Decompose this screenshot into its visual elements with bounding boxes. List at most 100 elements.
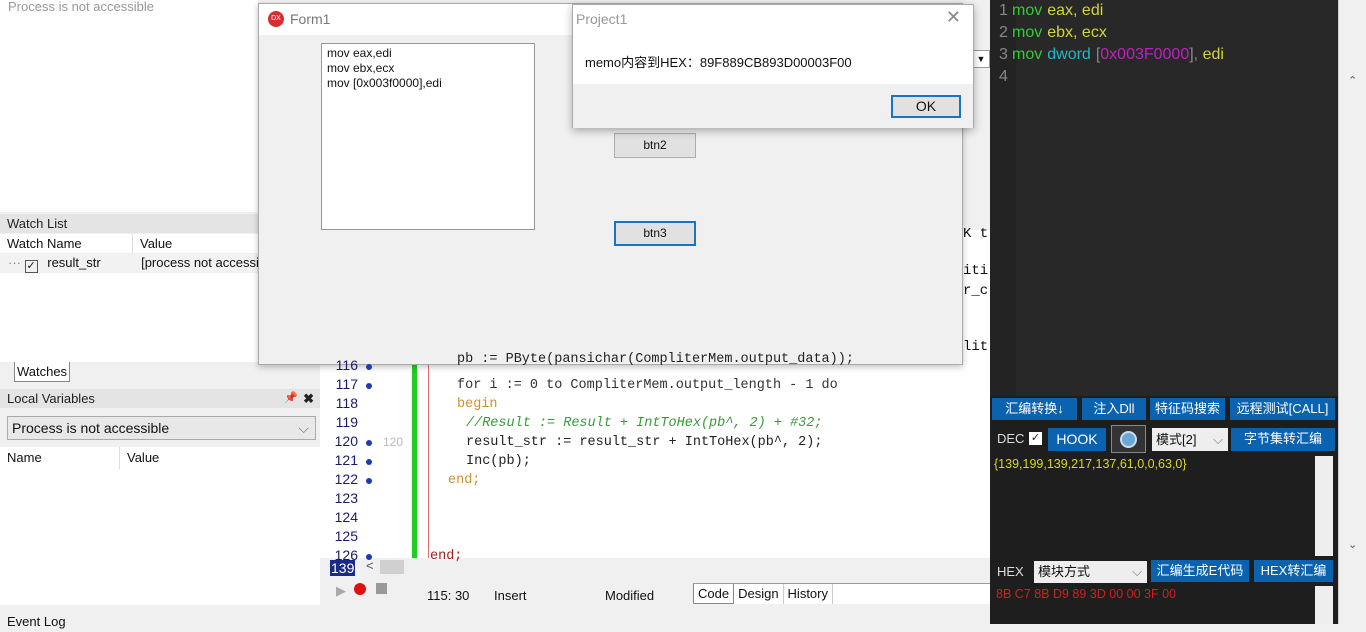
byteset-to-asm-button[interactable]: 字节集转汇编 [1231, 428, 1335, 451]
breakpoint-dot[interactable] [366, 554, 372, 560]
close-icon[interactable]: ✕ [946, 7, 961, 28]
right-margin-line [428, 360, 429, 558]
local-variables-combo[interactable]: Process is not accessible ⌵ [7, 416, 316, 440]
asm-line: 3 mov dword [0x003F0000], edi [990, 44, 1224, 66]
dec-output[interactable]: {139,199,139,217,137,61,0,0,63,0} [994, 457, 1318, 471]
line-number: 118 [335, 395, 358, 411]
code-line: for i := 0 to CompliterMem.output_length… [457, 378, 838, 393]
breakpoint-dot[interactable] [366, 459, 372, 465]
gen-e-code-button[interactable]: 汇编生成E代码 [1151, 560, 1249, 582]
local-variables-title: Local Variables [7, 391, 95, 406]
hook-button[interactable]: HOOK [1048, 428, 1106, 451]
asm-line: 2 mov ebx, ecx [990, 22, 1107, 44]
hidden-fragment: lit [963, 339, 989, 355]
line-number: 120 [334, 433, 358, 449]
btn2-button[interactable]: btn2 [614, 133, 696, 158]
dialog-title: Project1 [576, 11, 628, 27]
breakpoint-dot[interactable] [366, 364, 372, 370]
chevron-down-icon: ⌵ [1132, 564, 1142, 579]
code-line: result_str := result_str + IntToHex(pb^,… [466, 435, 823, 450]
scroll-down-icon[interactable]: ⌄ [1348, 538, 1357, 551]
tab-history[interactable]: History [784, 584, 833, 604]
toolbar-dropdown[interactable]: ▼ [972, 50, 990, 68]
asm-convert-button[interactable]: 汇编转换↓ [992, 398, 1077, 420]
code-line: end; [448, 473, 481, 488]
btn3-button[interactable]: btn3 [614, 221, 696, 246]
scroll-up-icon[interactable]: ⌃ [1348, 74, 1357, 87]
breakpoint-dot[interactable] [366, 383, 372, 389]
watch-enabled-checkbox[interactable]: ✓ [24, 260, 38, 273]
col-value[interactable]: Value [133, 234, 172, 253]
cursor-position: 115: 30 [427, 588, 470, 603]
hidden-fragment: r_c [963, 283, 989, 299]
tab-code[interactable]: Code [693, 584, 735, 604]
col-value[interactable]: Value [120, 447, 159, 469]
signature-search-button[interactable]: 特征码搜索 [1150, 398, 1225, 420]
breakpoint-dot[interactable] [366, 478, 372, 484]
asm-token-n: 4 [999, 68, 1008, 85]
close-icon[interactable]: ✖ [303, 389, 314, 408]
dialog-message: memo内容到HEX：89F889CB893D00003F00 [585, 55, 852, 70]
code-line: end; [430, 549, 463, 564]
crosshair-icon [1120, 431, 1137, 448]
watch-name: result_str [47, 255, 101, 270]
hidden-fragment: K t [963, 226, 989, 242]
process-status: Process is not accessible [8, 0, 154, 14]
chevron-down-icon: ⌵ [298, 420, 309, 436]
code-line: Inc(pb); [466, 454, 531, 469]
pin-icon[interactable]: 📌 [284, 389, 298, 408]
asm-token-n: 1 [999, 2, 1008, 19]
run-icon[interactable]: ▶ [336, 583, 346, 599]
line-number: 125 [334, 528, 358, 544]
hex-output[interactable]: 8B C7 8B D9 89 3D 00 00 3F 00 [996, 587, 1176, 601]
asm-token-addr: 0x003F0000 [1100, 46, 1190, 63]
code-line: begin [457, 397, 498, 412]
module-select[interactable]: 模块方式 ⌵ [1034, 561, 1147, 583]
message-dialog: Project1 ✕ memo内容到HEX：89F889CB893D00003F… [572, 4, 974, 128]
record-icon[interactable] [354, 583, 366, 595]
remote-call-button[interactable]: 远程测试[CALL] [1230, 398, 1335, 420]
line-number: 122 [334, 471, 358, 487]
asm-line: 1 mov eax, edi [990, 0, 1103, 22]
col-watch-name[interactable]: Watch Name [0, 234, 133, 253]
hex-label: HEX [997, 564, 1024, 579]
ok-button[interactable]: OK [891, 95, 961, 118]
line-number: 116 [335, 357, 358, 373]
line-mark: 120 [383, 435, 404, 449]
right-scrollbar[interactable]: ⌃ ⌄ [1338, 0, 1366, 624]
asm-line: 4 [990, 66, 1012, 88]
crosshair-button[interactable] [1111, 425, 1146, 453]
code-line: pb := PByte(pansichar(CompliterMem.outpu… [457, 352, 854, 367]
breakpoint-dot[interactable] [366, 440, 372, 446]
event-log-header: Event Log [7, 614, 66, 629]
asm-token-op: mov [1012, 24, 1043, 41]
line-number: 119 [335, 414, 358, 430]
scroll-left-icon[interactable]: < [366, 558, 374, 573]
mode-select[interactable]: 模式[2] ⌵ [1152, 428, 1228, 451]
asm-token-rest: edi [1198, 46, 1224, 63]
gutter-green-bar [412, 360, 417, 558]
memo-line: mov [0x003f0000],edi [327, 76, 442, 90]
tab-design[interactable]: Design [734, 584, 784, 604]
asm-token-rest: eax, edi [1047, 2, 1104, 19]
col-name[interactable]: Name [0, 447, 120, 469]
hex-to-asm-button[interactable]: HEX转汇编 [1254, 560, 1333, 582]
memo[interactable]: mov eax,edi mov ebx,ecx mov [0x003f0000]… [321, 43, 535, 230]
local-variables-list: Name Value [0, 447, 320, 605]
watch-list: Watch Name Value ··· ✓ result_str [proce… [0, 234, 258, 362]
asm-token-n: 3 [999, 46, 1008, 63]
asm-token-br2: ], [1189, 46, 1199, 63]
watch-row[interactable]: ··· ✓ result_str [process not accessi [0, 254, 258, 273]
chevron-down-icon: ⌵ [1213, 432, 1223, 447]
memo-line: mov eax,edi [327, 46, 392, 60]
scroll-thumb[interactable] [380, 560, 404, 574]
stop-icon[interactable] [376, 583, 387, 594]
tab-watches[interactable]: Watches [14, 362, 70, 382]
hex-output-scrollbar[interactable] [1315, 586, 1333, 624]
hidden-fragment: iti [963, 263, 989, 279]
dec-output-scrollbar[interactable] [1315, 456, 1333, 556]
inject-dll-button[interactable]: 注入Dll [1082, 398, 1146, 420]
line-number: 123 [334, 490, 358, 506]
line-number: 121 [334, 452, 358, 468]
dec-checkbox[interactable]: ✓ [1029, 432, 1042, 445]
